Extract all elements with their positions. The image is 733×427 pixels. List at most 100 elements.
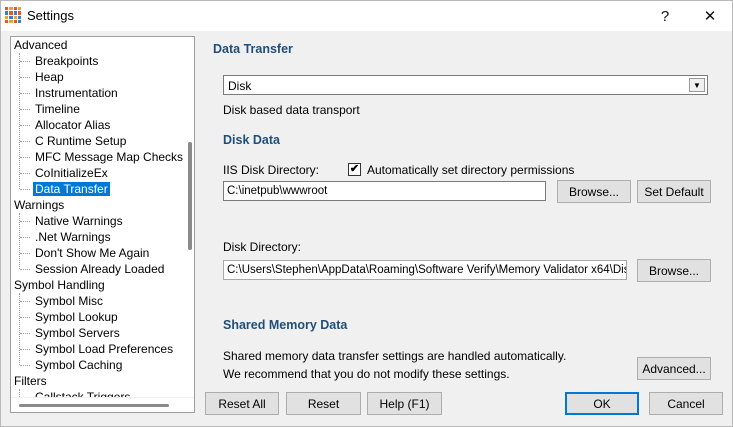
settings-tree[interactable]: Advanced Breakpoints Heap Instrumentatio…: [10, 36, 195, 413]
tree-item-dont-show-me-again[interactable]: Don't Show Me Again: [33, 245, 151, 261]
title-bar: Settings ? ✕: [1, 1, 732, 31]
ok-button[interactable]: OK: [565, 392, 639, 415]
help-button[interactable]: ?: [643, 1, 687, 31]
iis-directory-value: C:\inetpub\wwwroot: [227, 185, 328, 197]
tree-item-label: Instrumentation: [35, 86, 118, 100]
shared-memory-line-2: We recommend that you do not modify thes…: [223, 367, 510, 381]
tree-item-label: Allocator Alias: [35, 118, 111, 132]
tree-branch: [20, 93, 30, 94]
tree-item-breakpoints[interactable]: Breakpoints: [33, 53, 100, 69]
iis-directory-input[interactable]: C:\inetpub\wwwroot: [223, 181, 546, 201]
tree-item-timeline[interactable]: Timeline: [33, 101, 82, 117]
iis-directory-label: IIS Disk Directory:: [223, 163, 320, 177]
auto-permissions-label[interactable]: Automatically set directory permissions: [367, 163, 574, 177]
tree-item-label: Symbol Misc: [35, 294, 104, 308]
app-grid-icon: [5, 7, 21, 23]
tree-branch: [20, 157, 30, 158]
tree-item-symbol-caching[interactable]: Symbol Caching: [33, 357, 124, 373]
shared-memory-line-1: Shared memory data transfer settings are…: [223, 349, 567, 363]
tree-branch: [20, 301, 30, 302]
disk-browse-button[interactable]: Browse...: [637, 259, 711, 282]
disk-data-heading: Disk Data: [223, 133, 280, 147]
shared-memory-heading: Shared Memory Data: [223, 318, 348, 332]
tree-item-label: Symbol Servers: [35, 326, 120, 340]
tree-item-symbol-servers[interactable]: Symbol Servers: [33, 325, 122, 341]
tree-item-heap[interactable]: Heap: [33, 69, 66, 85]
tree-item-label: Data Transfer: [33, 182, 110, 196]
tree-item-native-warnings[interactable]: Native Warnings: [33, 213, 125, 229]
tree-item-label: Warnings: [14, 198, 65, 212]
set-default-button[interactable]: Set Default: [637, 180, 711, 203]
tree-item-warnings[interactable]: Warnings: [14, 197, 64, 213]
tree-branch: [20, 61, 30, 62]
window-title: Settings: [27, 8, 74, 23]
tree-branch: [20, 333, 30, 334]
tree-branch: [20, 253, 30, 254]
tree-connector: [19, 293, 20, 365]
tree-item-net-warnings[interactable]: .Net Warnings: [33, 229, 113, 245]
tree-branch: [20, 109, 30, 110]
tree-item-allocator-alias[interactable]: Allocator Alias: [33, 117, 112, 133]
reset-button[interactable]: Reset: [286, 392, 361, 415]
chevron-down-icon[interactable]: ▼: [689, 78, 705, 92]
tree-branch: [20, 237, 30, 238]
tree-item-symbol-misc[interactable]: Symbol Misc: [33, 293, 105, 309]
tree-branch: [20, 365, 30, 366]
transport-select-value: Disk: [228, 79, 252, 93]
tree-item-symbol-lookup[interactable]: Symbol Lookup: [33, 309, 120, 325]
iis-browse-button[interactable]: Browse...: [557, 180, 631, 203]
tree-item-label: Symbol Caching: [35, 358, 123, 372]
tree-item-label: Filters: [14, 374, 47, 388]
tree-item-label: Session Already Loaded: [35, 262, 165, 276]
tree-item-data-transfer[interactable]: Data Transfer: [33, 181, 110, 197]
advanced-button[interactable]: Advanced...: [637, 357, 711, 380]
tree-item-label: MFC Message Map Checks: [35, 150, 184, 164]
tree-horizontal-scroll-thumb[interactable]: [19, 404, 169, 407]
tree-item-filters[interactable]: Filters: [14, 373, 47, 389]
tree-item-label: Heap: [35, 70, 64, 84]
tree-branch: [20, 317, 30, 318]
tree-item-label: CoInitializeEx: [35, 166, 108, 180]
close-button[interactable]: ✕: [688, 1, 732, 31]
reset-all-button[interactable]: Reset All: [205, 392, 279, 415]
tree-item-label: Advanced: [14, 38, 68, 52]
tree-item-coinitializeex[interactable]: CoInitializeEx: [33, 165, 110, 181]
tree-vertical-scrollbar[interactable]: [186, 37, 194, 395]
tree-item-symbol-load-preferences[interactable]: Symbol Load Preferences: [33, 341, 175, 357]
tree-branch: [20, 349, 30, 350]
tree-branch: [20, 221, 30, 222]
tree-item-instrumentation[interactable]: Instrumentation: [33, 85, 120, 101]
tree-item-mfc-message-map-checks[interactable]: MFC Message Map Checks: [33, 149, 185, 165]
tree-horizontal-scrollbar[interactable]: [11, 397, 194, 412]
disk-directory-value: C:\Users\Stephen\AppData\Roaming\Softwar…: [227, 264, 627, 276]
tree-branch: [20, 125, 30, 126]
tree-item-label: Don't Show Me Again: [35, 246, 150, 260]
transport-description: Disk based data transport: [223, 103, 360, 117]
tree-item-label: Symbol Lookup: [35, 310, 118, 324]
disk-directory-label: Disk Directory:: [223, 240, 302, 254]
tree-item-symbol-handling[interactable]: Symbol Handling: [14, 277, 105, 293]
tree-item-label: Timeline: [35, 102, 80, 116]
tree-item-c-runtime-setup[interactable]: C Runtime Setup: [33, 133, 128, 149]
settings-window: Settings ? ✕ Advanced Breakpoints Heap I…: [0, 0, 733, 427]
tree-item-label: Symbol Load Preferences: [35, 342, 174, 356]
tree-item-label: .Net Warnings: [35, 230, 111, 244]
tree-branch: [20, 173, 30, 174]
tree-branch: [20, 77, 30, 78]
help-f1-button[interactable]: Help (F1): [367, 392, 442, 415]
tree-item-label: Breakpoints: [35, 54, 99, 68]
tree-vertical-scroll-thumb[interactable]: [188, 142, 192, 250]
tree-branch: [20, 189, 30, 190]
tree-branch: [20, 141, 30, 142]
page-title: Data Transfer: [213, 42, 293, 56]
tree-branch: [20, 269, 30, 270]
disk-directory-input[interactable]: C:\Users\Stephen\AppData\Roaming\Softwar…: [223, 260, 627, 280]
tree-item-session-already-loaded[interactable]: Session Already Loaded: [33, 261, 166, 277]
tree-item-label: Symbol Handling: [14, 278, 105, 292]
cancel-button[interactable]: Cancel: [649, 392, 723, 415]
tree-item-label: Native Warnings: [35, 214, 123, 228]
transport-select[interactable]: Disk ▼: [223, 75, 708, 95]
auto-permissions-checkbox[interactable]: ✔: [348, 163, 361, 176]
tree-item-label: C Runtime Setup: [35, 134, 127, 148]
tree-item-advanced[interactable]: Advanced: [14, 37, 67, 53]
